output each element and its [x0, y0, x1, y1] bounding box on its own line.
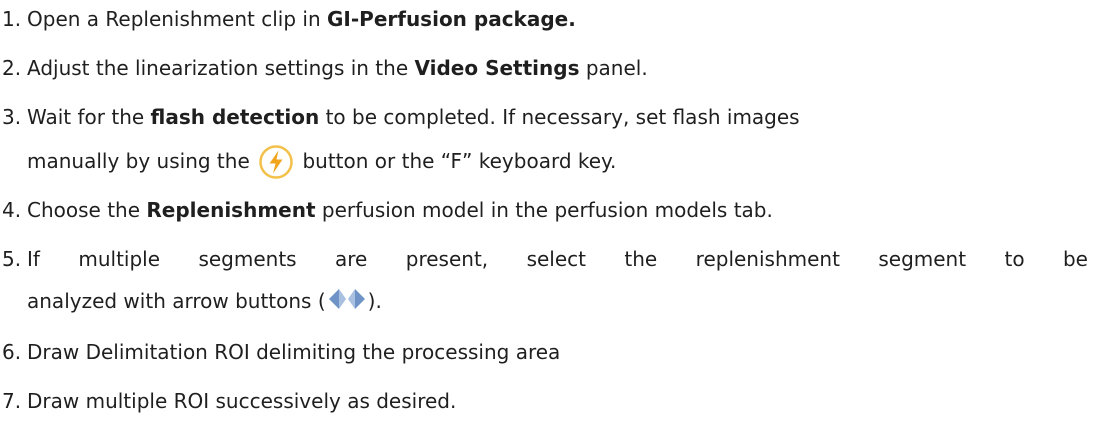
arrow-buttons-icon: [328, 289, 365, 309]
step-bold-text: flash detection: [150, 105, 320, 129]
flash-icon: [259, 145, 293, 179]
step-3-line-2: manually by using the button or the “F” …: [0, 144, 1088, 179]
step-1-line: 1. Open a Replenishment clip in GI-Perfus…: [0, 2, 1088, 36]
step-text: Open a Replenishment clip in: [27, 7, 327, 31]
step-7-line: 7. Draw multiple ROI successively as desi…: [0, 384, 1088, 418]
step-number: 1.: [2, 7, 22, 31]
step-number: 6.: [2, 340, 22, 364]
step-bold-text: GI-Perfusion package.: [327, 7, 576, 31]
step-text: Adjust the linearization settings in the: [27, 56, 415, 80]
step-text: Wait for the: [27, 105, 151, 129]
step-2: 2. Adjust the linearization settings in t…: [0, 51, 1088, 85]
step-5-line-1: 5. If multiple segments are present, sele…: [0, 242, 1088, 276]
step-text: Draw multiple ROI successively as desire…: [27, 389, 457, 413]
step-4: 4. Choose the Replenishment perfusion mod…: [0, 193, 1088, 227]
step-text-after: perfusion model in the perfusion models …: [315, 198, 773, 222]
step-number: 4.: [2, 198, 22, 222]
step-2-line: 2. Adjust the linearization settings in t…: [0, 51, 1088, 85]
step-number: 2.: [2, 56, 22, 80]
step-text: Choose the: [27, 198, 147, 222]
step-3: 3. Wait for the flash detection to be com…: [0, 100, 1088, 179]
step-number: 7.: [2, 389, 22, 413]
step-1: 1. Open a Replenishment clip in GI-Perfus…: [0, 2, 1088, 36]
step-6-line: 6. Draw Delimitation ROI delimiting the p…: [0, 335, 1088, 369]
step-text-after: panel.: [579, 56, 648, 80]
step-number: 3.: [2, 105, 22, 129]
step-number: 5.: [2, 247, 22, 271]
step-text-cont-after: ).: [367, 289, 382, 313]
step-3-line-1: 3. Wait for the flash detection to be com…: [0, 100, 1088, 134]
step-text-cont: analyzed with arrow buttons (: [27, 289, 326, 313]
step-text-cont: manually by using the: [27, 149, 257, 173]
step-bold-text: Replenishment: [146, 198, 316, 222]
step-text: Draw Delimitation ROI delimiting the pro…: [27, 340, 561, 364]
step-text-cont-after: button or the “F” keyboard key.: [296, 149, 617, 173]
step-7: 7. Draw multiple ROI successively as desi…: [0, 384, 1088, 418]
step-6: 6. Draw Delimitation ROI delimiting the p…: [0, 335, 1088, 369]
step-text: If multiple segments are present, select…: [27, 247, 1088, 271]
step-text-after: to be completed. If necessary, set flash…: [319, 105, 800, 129]
step-5: 5. If multiple segments are present, sele…: [0, 242, 1088, 318]
step-bold-text: Video Settings: [414, 56, 580, 80]
step-4-line: 4. Choose the Replenishment perfusion mod…: [0, 193, 1088, 227]
step-5-line-2: analyzed with arrow buttons ( ).: [0, 284, 1088, 318]
